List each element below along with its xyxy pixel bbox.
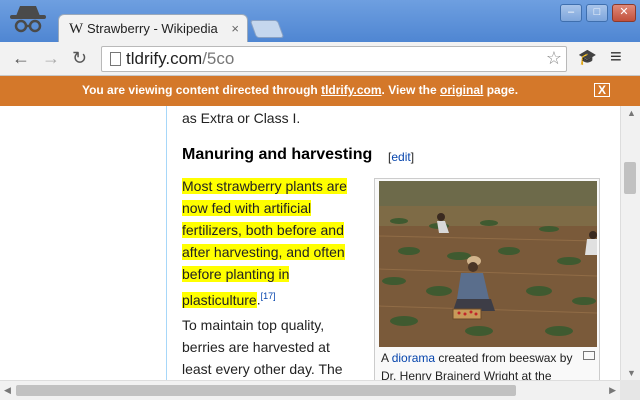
minimize-button[interactable]: – [560, 4, 582, 22]
page-content: as Extra or Class I. Manuring and harves… [0, 106, 620, 380]
diorama-image[interactable] [379, 181, 597, 347]
forward-button[interactable]: → [42, 48, 60, 68]
paragraph-line: berries are harvested at [182, 339, 330, 355]
highlight-line: Most strawberry plants are [182, 178, 347, 194]
title-bar: W Strawberry - Wikipedia × – □ ✕ [0, 0, 640, 42]
horizontal-scroll-thumb[interactable] [16, 385, 516, 396]
paragraph-line: least every other day. The [182, 361, 343, 377]
edit-link[interactable]: edit [391, 150, 410, 164]
window-close-button[interactable]: ✕ [612, 4, 636, 22]
url-text: tldrify.com/5co [126, 49, 235, 68]
edit-section: [edit] [388, 150, 415, 164]
highlight-line: fertilizers, both before and [182, 222, 344, 238]
scroll-left-icon[interactable]: ◀ [4, 385, 11, 396]
enlarge-icon[interactable] [583, 351, 595, 360]
extension-mortarboard-icon[interactable]: 🎓 [578, 48, 597, 66]
scrollbar-corner [620, 380, 640, 400]
reload-button[interactable]: ↻ [72, 48, 87, 68]
banner-domain-link[interactable]: tldrify.com [321, 83, 381, 97]
new-tab-button[interactable] [249, 20, 285, 38]
wikipedia-favicon-icon: W [69, 21, 84, 37]
previous-paragraph-end: as Extra or Class I. [182, 110, 301, 126]
tab-strawberry[interactable]: W Strawberry - Wikipedia × [58, 14, 248, 42]
banner-close-button[interactable]: X [594, 83, 610, 97]
tab-title: Strawberry - Wikipedia [87, 21, 218, 36]
bookmark-star-icon[interactable]: ☆ [546, 48, 562, 69]
image-caption: A diorama created from beeswax by Dr. Hen… [381, 351, 573, 380]
vertical-scrollbar[interactable]: ▲ ▼ [620, 106, 640, 380]
address-bar[interactable]: tldrify.com/5co ☆ [101, 46, 567, 72]
maximize-button[interactable]: □ [586, 4, 608, 22]
incognito-icon [10, 6, 46, 33]
redirect-banner: You are viewing content directed through… [0, 76, 640, 106]
browser-toolbar: ← → ↻ tldrify.com/5co ☆ 🎓 ≡ [0, 42, 640, 76]
back-button[interactable]: ← [12, 48, 30, 68]
menu-icon[interactable]: ≡ [610, 46, 622, 69]
citation-link[interactable]: [17] [261, 291, 276, 301]
highlight-line: now fed with artificial [182, 200, 312, 216]
banner-original-link[interactable]: original [440, 83, 483, 97]
diorama-link[interactable]: diorama [392, 351, 435, 365]
horizontal-scrollbar[interactable]: ◀ ▶ [0, 380, 620, 400]
scroll-down-icon[interactable]: ▼ [627, 368, 636, 378]
highlighted-paragraph: Most strawberry plants are now fed with … [182, 178, 347, 308]
section-heading: Manuring and harvesting [182, 146, 373, 163]
highlight-line: before planting in [182, 266, 290, 282]
paragraph-line: To maintain top quality, [182, 317, 325, 333]
tab-close-icon[interactable]: × [231, 21, 239, 36]
highlight-line: after harvesting, and often [182, 244, 345, 260]
highlight-line: plasticulture [182, 291, 257, 308]
content-border [166, 106, 167, 380]
vertical-scroll-thumb[interactable] [624, 162, 636, 194]
second-paragraph: To maintain top quality, berries are har… [182, 314, 343, 380]
scroll-right-icon[interactable]: ▶ [609, 385, 616, 396]
image-thumbnail: A diorama created from beeswax by Dr. Hen… [374, 178, 600, 380]
scroll-up-icon[interactable]: ▲ [627, 108, 636, 118]
banner-message: You are viewing content directed through… [81, 83, 519, 97]
page-icon [110, 52, 121, 66]
